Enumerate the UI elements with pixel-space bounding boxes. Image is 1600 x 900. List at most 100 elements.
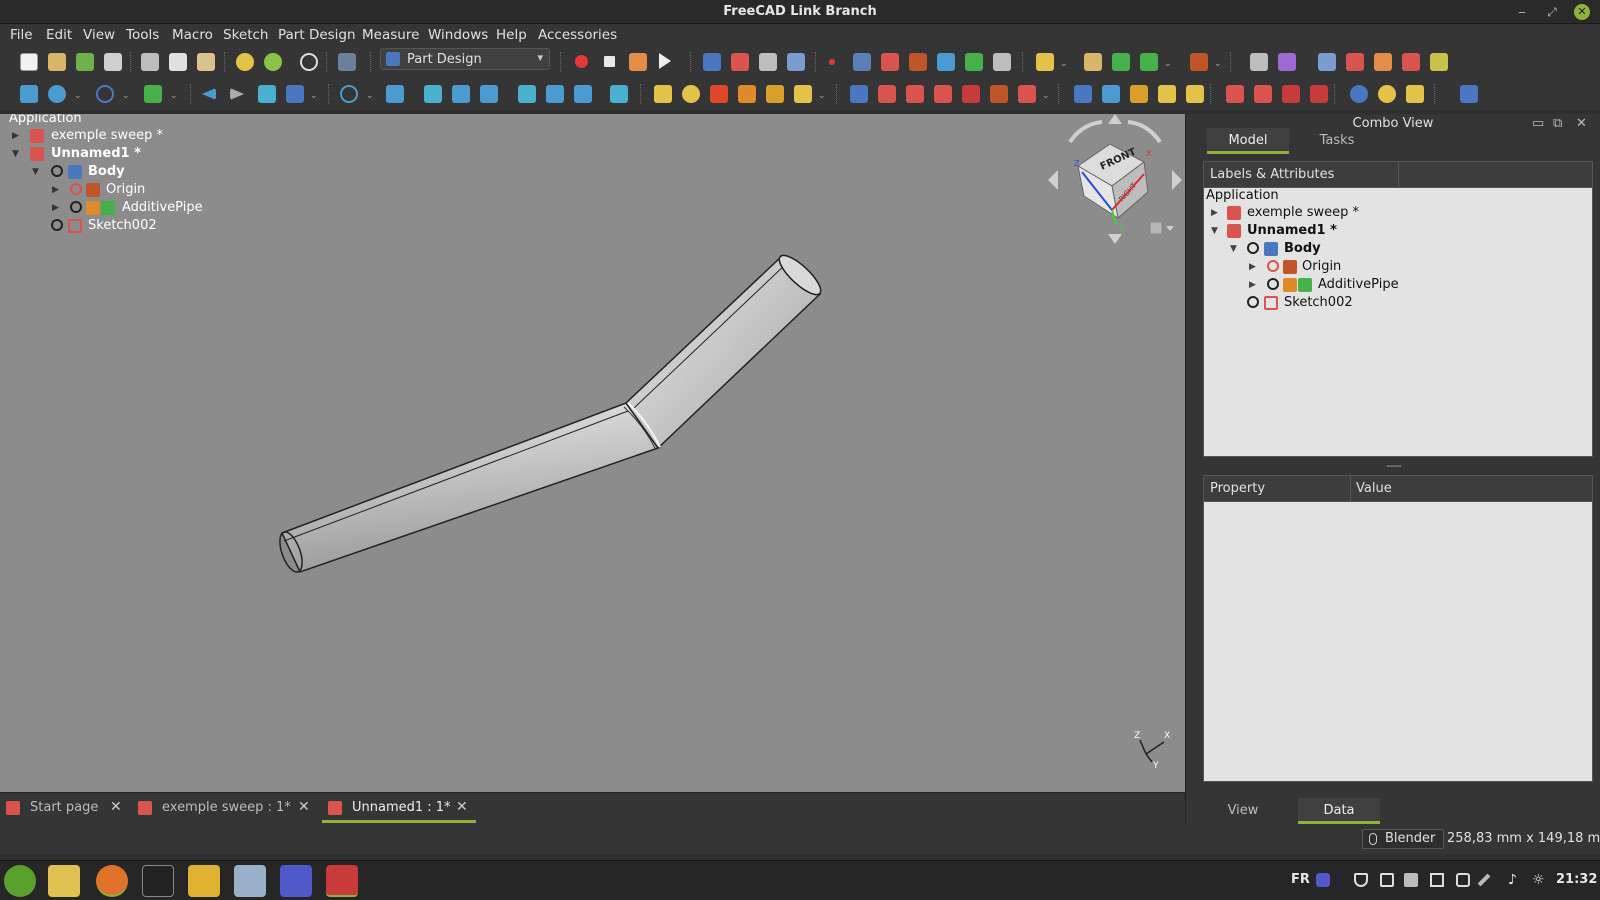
- scaled-icon[interactable]: [1186, 85, 1204, 103]
- fit-all-icon[interactable]: [20, 85, 38, 103]
- navigation-style-button[interactable]: Blender: [1362, 829, 1444, 849]
- teams-icon[interactable]: [280, 865, 312, 897]
- freecad-icon[interactable]: [326, 865, 358, 897]
- measure-3d-icon[interactable]: [1374, 53, 1392, 71]
- files-icon[interactable]: [48, 865, 80, 897]
- chevron-right-icon[interactable]: ▶: [1249, 262, 1259, 272]
- doc-tab-unnamed1[interactable]: Unnamed1 : 1* ✕: [322, 793, 476, 823]
- subtractive-helix-icon[interactable]: [990, 85, 1008, 103]
- bottom-view-icon[interactable]: [546, 85, 564, 103]
- chevron-down-icon[interactable]: ⌄: [818, 84, 826, 102]
- multi-transform-icon[interactable]: [1158, 85, 1176, 103]
- tree-item-origin[interactable]: Origin: [106, 182, 145, 197]
- pipe-model[interactable]: [0, 114, 1185, 792]
- eye-icon[interactable]: [51, 165, 63, 177]
- navcube-menu-icon[interactable]: [1149, 221, 1163, 235]
- chevron-right-icon[interactable]: ▶: [12, 131, 22, 141]
- cut-icon[interactable]: [141, 53, 159, 71]
- menu-windows[interactable]: Windows: [428, 27, 488, 43]
- isometric-view-icon[interactable]: [386, 85, 404, 103]
- keyboard-layout[interactable]: FR: [1291, 872, 1310, 887]
- macro-edit-icon[interactable]: [629, 53, 647, 71]
- tab-view[interactable]: View: [1202, 798, 1284, 824]
- mirrored-icon[interactable]: [1074, 85, 1092, 103]
- datum-line-icon[interactable]: [853, 53, 871, 71]
- additive-primitive-icon[interactable]: [1036, 53, 1054, 71]
- link-select-icon[interactable]: [787, 53, 805, 71]
- groove-icon[interactable]: [906, 85, 924, 103]
- axis-icon[interactable]: [1190, 53, 1208, 71]
- chevron-down-icon[interactable]: ⌄: [74, 84, 82, 102]
- clock[interactable]: 21:32: [1556, 872, 1597, 887]
- involute-gear-icon[interactable]: [1406, 85, 1424, 103]
- chevron-down-icon[interactable]: ⌄: [1164, 52, 1172, 70]
- menu-help[interactable]: Help: [496, 27, 527, 43]
- terminal-icon[interactable]: [142, 865, 174, 897]
- menu-sketch[interactable]: Sketch: [223, 27, 268, 43]
- draft-icon[interactable]: [1282, 85, 1300, 103]
- polar-pattern-icon[interactable]: [1130, 85, 1148, 103]
- menu-macro[interactable]: Macro: [172, 27, 213, 43]
- back-arrow-icon[interactable]: [202, 88, 216, 100]
- shield-icon[interactable]: [1354, 873, 1368, 887]
- chevron-right-icon[interactable]: ▶: [52, 185, 62, 195]
- measure-icon[interactable]: [1250, 53, 1268, 71]
- left-view-icon[interactable]: [574, 85, 592, 103]
- model-tree-item-unnamed1[interactable]: Unnamed1 *: [1247, 223, 1337, 238]
- pen-icon[interactable]: [1477, 873, 1491, 887]
- chevron-down-icon[interactable]: ⌄: [366, 84, 374, 102]
- eye-icon[interactable]: [70, 201, 82, 213]
- linear-pattern-icon[interactable]: [1102, 85, 1120, 103]
- chevron-down-icon[interactable]: ⌄: [1060, 52, 1068, 70]
- teams-tray-icon[interactable]: [1316, 873, 1330, 887]
- folder-icon[interactable]: [188, 865, 220, 897]
- chevron-down-icon[interactable]: ⌄: [1042, 84, 1050, 102]
- sketch-attach-icon[interactable]: [1112, 53, 1130, 71]
- doc-tab-exemple-sweep[interactable]: exemple sweep : 1* ✕: [132, 793, 314, 823]
- boolean-icon[interactable]: [1350, 85, 1368, 103]
- measure-delta-icon[interactable]: [1402, 53, 1420, 71]
- link-replace-icon[interactable]: [731, 53, 749, 71]
- property-column-header[interactable]: Property: [1210, 481, 1265, 496]
- tree-item-sketch002[interactable]: Sketch002: [88, 218, 157, 233]
- datum-point-icon[interactable]: [829, 59, 835, 65]
- thickness-icon[interactable]: [1310, 85, 1328, 103]
- close-panel-icon[interactable]: ✕: [1576, 116, 1587, 131]
- helix-icon[interactable]: [766, 85, 784, 103]
- eye-icon[interactable]: [1247, 242, 1259, 254]
- model-tree-item-origin[interactable]: Origin: [1302, 259, 1341, 274]
- eye-icon[interactable]: [1267, 278, 1279, 290]
- brightness-icon[interactable]: ☼: [1532, 872, 1545, 888]
- workbench-selector[interactable]: Part Design ▾: [380, 48, 550, 70]
- panel-detach-icon[interactable]: ⧉: [1553, 116, 1562, 131]
- redo-icon[interactable]: [264, 53, 282, 71]
- chevron-down-icon[interactable]: ⌄: [1214, 52, 1222, 70]
- close-tab-icon[interactable]: ✕: [298, 799, 310, 815]
- mint-menu-icon[interactable]: [4, 865, 36, 897]
- datum-plane-icon[interactable]: [881, 53, 899, 71]
- measure-angle-icon[interactable]: [1278, 53, 1296, 71]
- panel-splitter[interactable]: -----: [1386, 459, 1402, 472]
- measure-toggle-icon[interactable]: [1346, 53, 1364, 71]
- chevron-right-icon[interactable]: ▶: [1211, 208, 1221, 218]
- menu-accessories[interactable]: Accessories: [538, 27, 617, 43]
- volume-icon[interactable]: ♪: [1508, 872, 1517, 888]
- top-view-icon[interactable]: [452, 85, 470, 103]
- link-icon[interactable]: [703, 53, 721, 71]
- close-tab-icon[interactable]: ✕: [110, 799, 122, 815]
- revolution-icon[interactable]: [682, 85, 700, 103]
- right-view-icon[interactable]: [480, 85, 498, 103]
- fit-selection-icon[interactable]: [48, 85, 66, 103]
- subtractive-loft-icon[interactable]: [934, 85, 952, 103]
- printer-icon[interactable]: [1430, 873, 1444, 887]
- update-manager-icon[interactable]: [1456, 873, 1470, 887]
- tree-item-body[interactable]: Body: [88, 164, 125, 179]
- chevron-right-icon[interactable]: ▶: [1249, 280, 1259, 290]
- shaft-wizard-icon[interactable]: [1460, 85, 1478, 103]
- subtractive-box-icon[interactable]: [1018, 85, 1036, 103]
- save-icon[interactable]: [76, 53, 94, 71]
- doc-tab-start-page[interactable]: Start page ✕: [0, 793, 128, 823]
- chamfer-icon[interactable]: [1254, 85, 1272, 103]
- copy-icon[interactable]: [169, 53, 187, 71]
- chevron-down-icon[interactable]: ⌄: [122, 84, 130, 102]
